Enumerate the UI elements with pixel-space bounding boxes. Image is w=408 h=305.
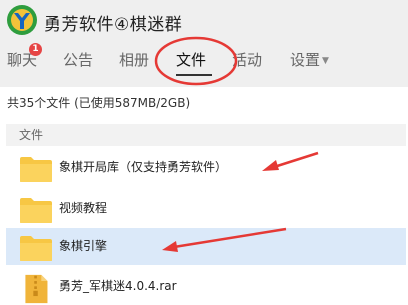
file-row[interactable]: 勇芳_军棋迷4.0.4.rar — [6, 268, 406, 305]
folder-icon — [20, 236, 52, 261]
file-name: 视频教程 — [59, 201, 108, 215]
file-name: 象棋引擎 — [59, 239, 108, 253]
file-name: 象棋开局库（仅支持勇芳软件） — [59, 160, 228, 174]
file-list-header: 文件 — [6, 124, 406, 146]
caret-down-icon: ▼ — [322, 56, 329, 66]
storage-info: 共35个文件 (已使用587MB/2GB) — [7, 96, 191, 110]
file-name: 勇芳_军棋迷4.0.4.rar — [59, 279, 177, 293]
active-tab-indicator — [176, 74, 212, 76]
tab-files[interactable]: 文件 — [176, 46, 206, 74]
folder-icon — [20, 198, 52, 223]
file-list-header-label: 文件 — [19, 128, 44, 142]
group-header: 勇芳软件④棋迷群 聊天 公告 相册 文件 活动 设置 ▼ 1 — [0, 0, 408, 87]
yf-logo-icon — [7, 5, 37, 35]
folder-icon — [20, 157, 52, 182]
tab-notice[interactable]: 公告 — [63, 46, 93, 74]
tab-album[interactable]: 相册 — [119, 46, 149, 74]
file-row[interactable]: 视频教程 — [6, 190, 406, 227]
unread-badge: 1 — [29, 43, 42, 56]
tab-settings[interactable]: 设置 ▼ — [290, 46, 329, 74]
tab-activity[interactable]: 活动 — [232, 46, 262, 74]
group-title: 勇芳软件④棋迷群 — [44, 15, 183, 35]
archive-file-icon — [25, 274, 48, 304]
tab-settings-label: 设置 — [290, 51, 321, 69]
file-row[interactable]: 象棋开局库（仅支持勇芳软件） — [6, 149, 406, 186]
file-row[interactable]: 象棋引擎 — [6, 228, 406, 265]
tab-bar: 聊天 公告 相册 文件 活动 设置 ▼ — [0, 46, 408, 76]
